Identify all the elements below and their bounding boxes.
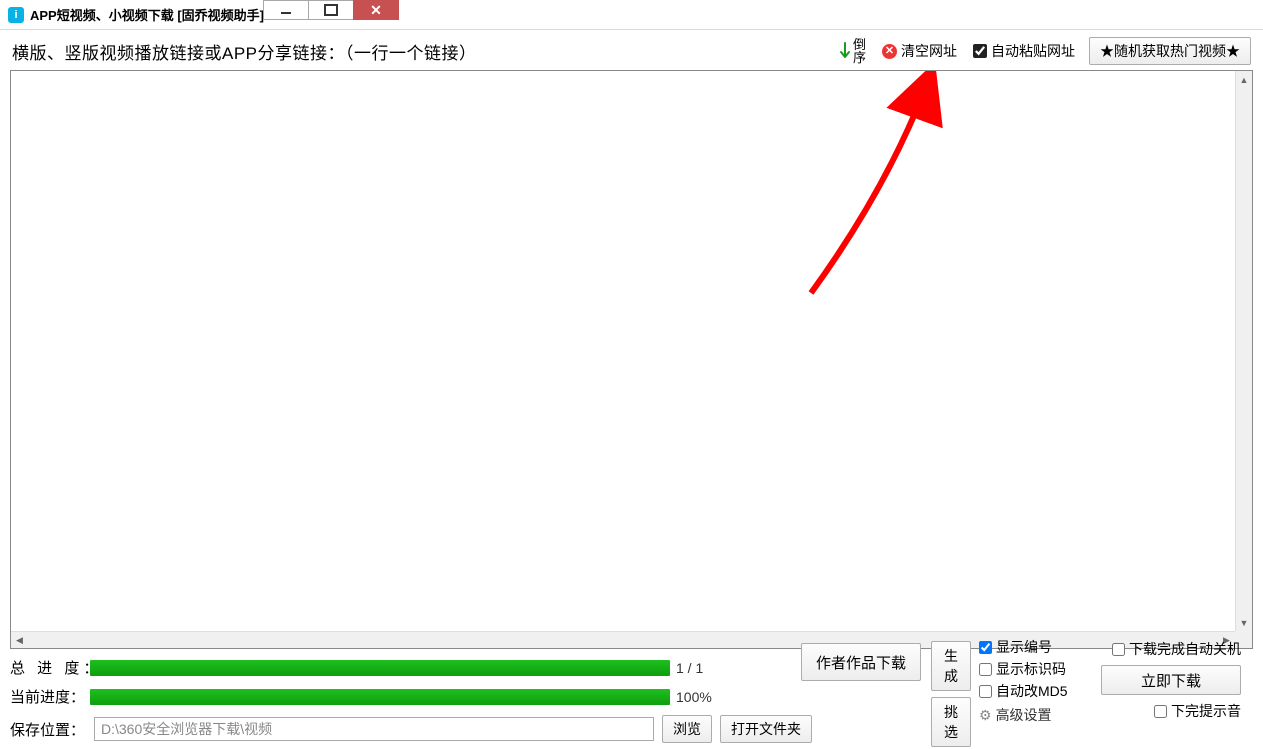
show-id-checkbox[interactable]: 显示标识码 (979, 659, 1089, 679)
maximize-button[interactable] (308, 0, 354, 20)
window-title: APP短视频、小视频下载 [固乔视频助手] (30, 5, 264, 24)
input-header-row: 横版、竖版视频播放链接或APP分享链接：（一行一个链接） 倒序 ✕ 清空网址 自… (10, 34, 1253, 70)
current-progress-label: 当前进度： (10, 686, 90, 707)
save-path-input[interactable] (94, 717, 654, 741)
clear-url-label: 清空网址 (901, 41, 957, 61)
down-arrow-icon (839, 42, 851, 60)
gear-icon: ⚙ (979, 707, 992, 724)
pick-button[interactable]: 挑选 (931, 697, 971, 747)
title-bar: i APP短视频、小视频下载 [固乔视频助手] ✕ (0, 0, 1263, 30)
scroll-down-icon[interactable]: ▼ (1236, 614, 1252, 631)
done-sound-checkbox[interactable]: 下完提示音 (1101, 701, 1241, 721)
current-progress-bar (90, 689, 670, 705)
open-folder-button[interactable]: 打开文件夹 (720, 715, 812, 743)
clear-icon: ✕ (882, 44, 897, 59)
auto-md5-checkbox[interactable]: 自动改MD5 (979, 681, 1089, 701)
scroll-left-icon[interactable]: ◀ (11, 632, 28, 648)
total-progress-label: 总 进 度： (10, 657, 90, 678)
input-label: 横版、竖版视频播放链接或APP分享链接：（一行一个链接） (12, 39, 477, 64)
advanced-settings-button[interactable]: ⚙ 高级设置 (979, 705, 1089, 725)
current-progress-value: 100% (670, 689, 730, 705)
vertical-scrollbar[interactable]: ▲ ▼ (1235, 71, 1252, 631)
close-button[interactable]: ✕ (353, 0, 399, 20)
clear-url-button[interactable]: ✕ 清空网址 (882, 41, 957, 61)
auto-paste-label: 自动粘贴网址 (991, 41, 1075, 61)
random-hot-button[interactable]: ★随机获取热门视频★ (1089, 37, 1251, 65)
save-path-label: 保存位置： (10, 719, 86, 740)
browse-button[interactable]: 浏览 (662, 715, 712, 743)
auto-shutdown-checkbox[interactable]: 下载完成自动关机 (1101, 639, 1241, 659)
scroll-up-icon[interactable]: ▲ (1236, 71, 1252, 88)
url-input-area[interactable]: ▲ ▼ ◀ ▶ (10, 70, 1253, 649)
author-works-download-button[interactable]: 作者作品下载 (801, 643, 921, 681)
total-progress-bar (90, 660, 670, 676)
generate-button[interactable]: 生成 (931, 641, 971, 691)
show-number-checkbox[interactable]: 显示编号 (979, 637, 1089, 657)
reverse-order-label: 倒序 (853, 38, 866, 64)
download-now-button[interactable]: 立即下载 (1101, 665, 1241, 695)
auto-paste-input[interactable] (973, 44, 987, 58)
reverse-order-button[interactable]: 倒序 (839, 38, 866, 64)
minimize-button[interactable] (263, 0, 309, 20)
app-icon: i (8, 7, 24, 23)
auto-paste-checkbox[interactable]: 自动粘贴网址 (973, 41, 1075, 61)
total-progress-value: 1 / 1 (670, 660, 730, 676)
right-controls: 作者作品下载 生成 挑选 显示编号 显示标识码 自动改MD5 ⚙ 高级设置 下载… (801, 635, 1241, 735)
